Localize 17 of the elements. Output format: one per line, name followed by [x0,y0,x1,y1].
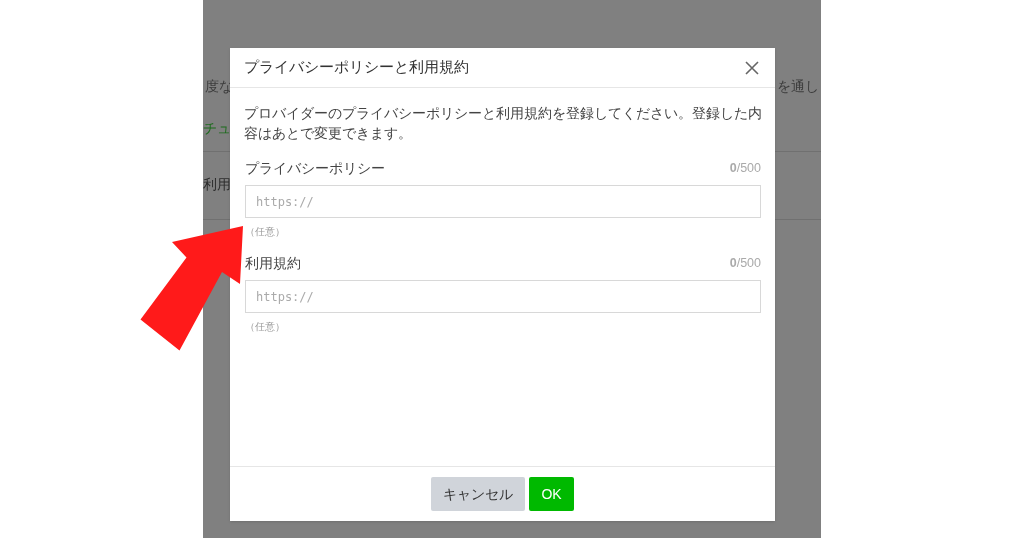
background-link[interactable]: チュ [203,117,231,139]
background-text: を通し [777,76,819,96]
optional-hint: （任意） [245,225,285,239]
background-text: 利用 [203,174,231,194]
character-counter: 0/500 [729,254,761,272]
dialog-title: プライバシーポリシーと利用規約 [244,57,469,78]
field-label: プライバシーポリシー [245,158,385,178]
url-field[interactable]: https:// [245,280,761,313]
close-button[interactable] [743,58,761,77]
character-counter: 0/500 [729,159,761,177]
optional-hint: （任意） [245,320,285,334]
description-text: プロバイダーのプライバシーポリシーと利用規約を登録してください。登録した内容はあとで変更できます。 [244,105,763,143]
field-label: 利用規約 [245,253,301,273]
url-field[interactable]: https:// [245,185,761,218]
close-icon [745,60,759,75]
ok-button[interactable]: OK [529,477,574,511]
cancel-button[interactable]: キャンセル [431,477,526,511]
